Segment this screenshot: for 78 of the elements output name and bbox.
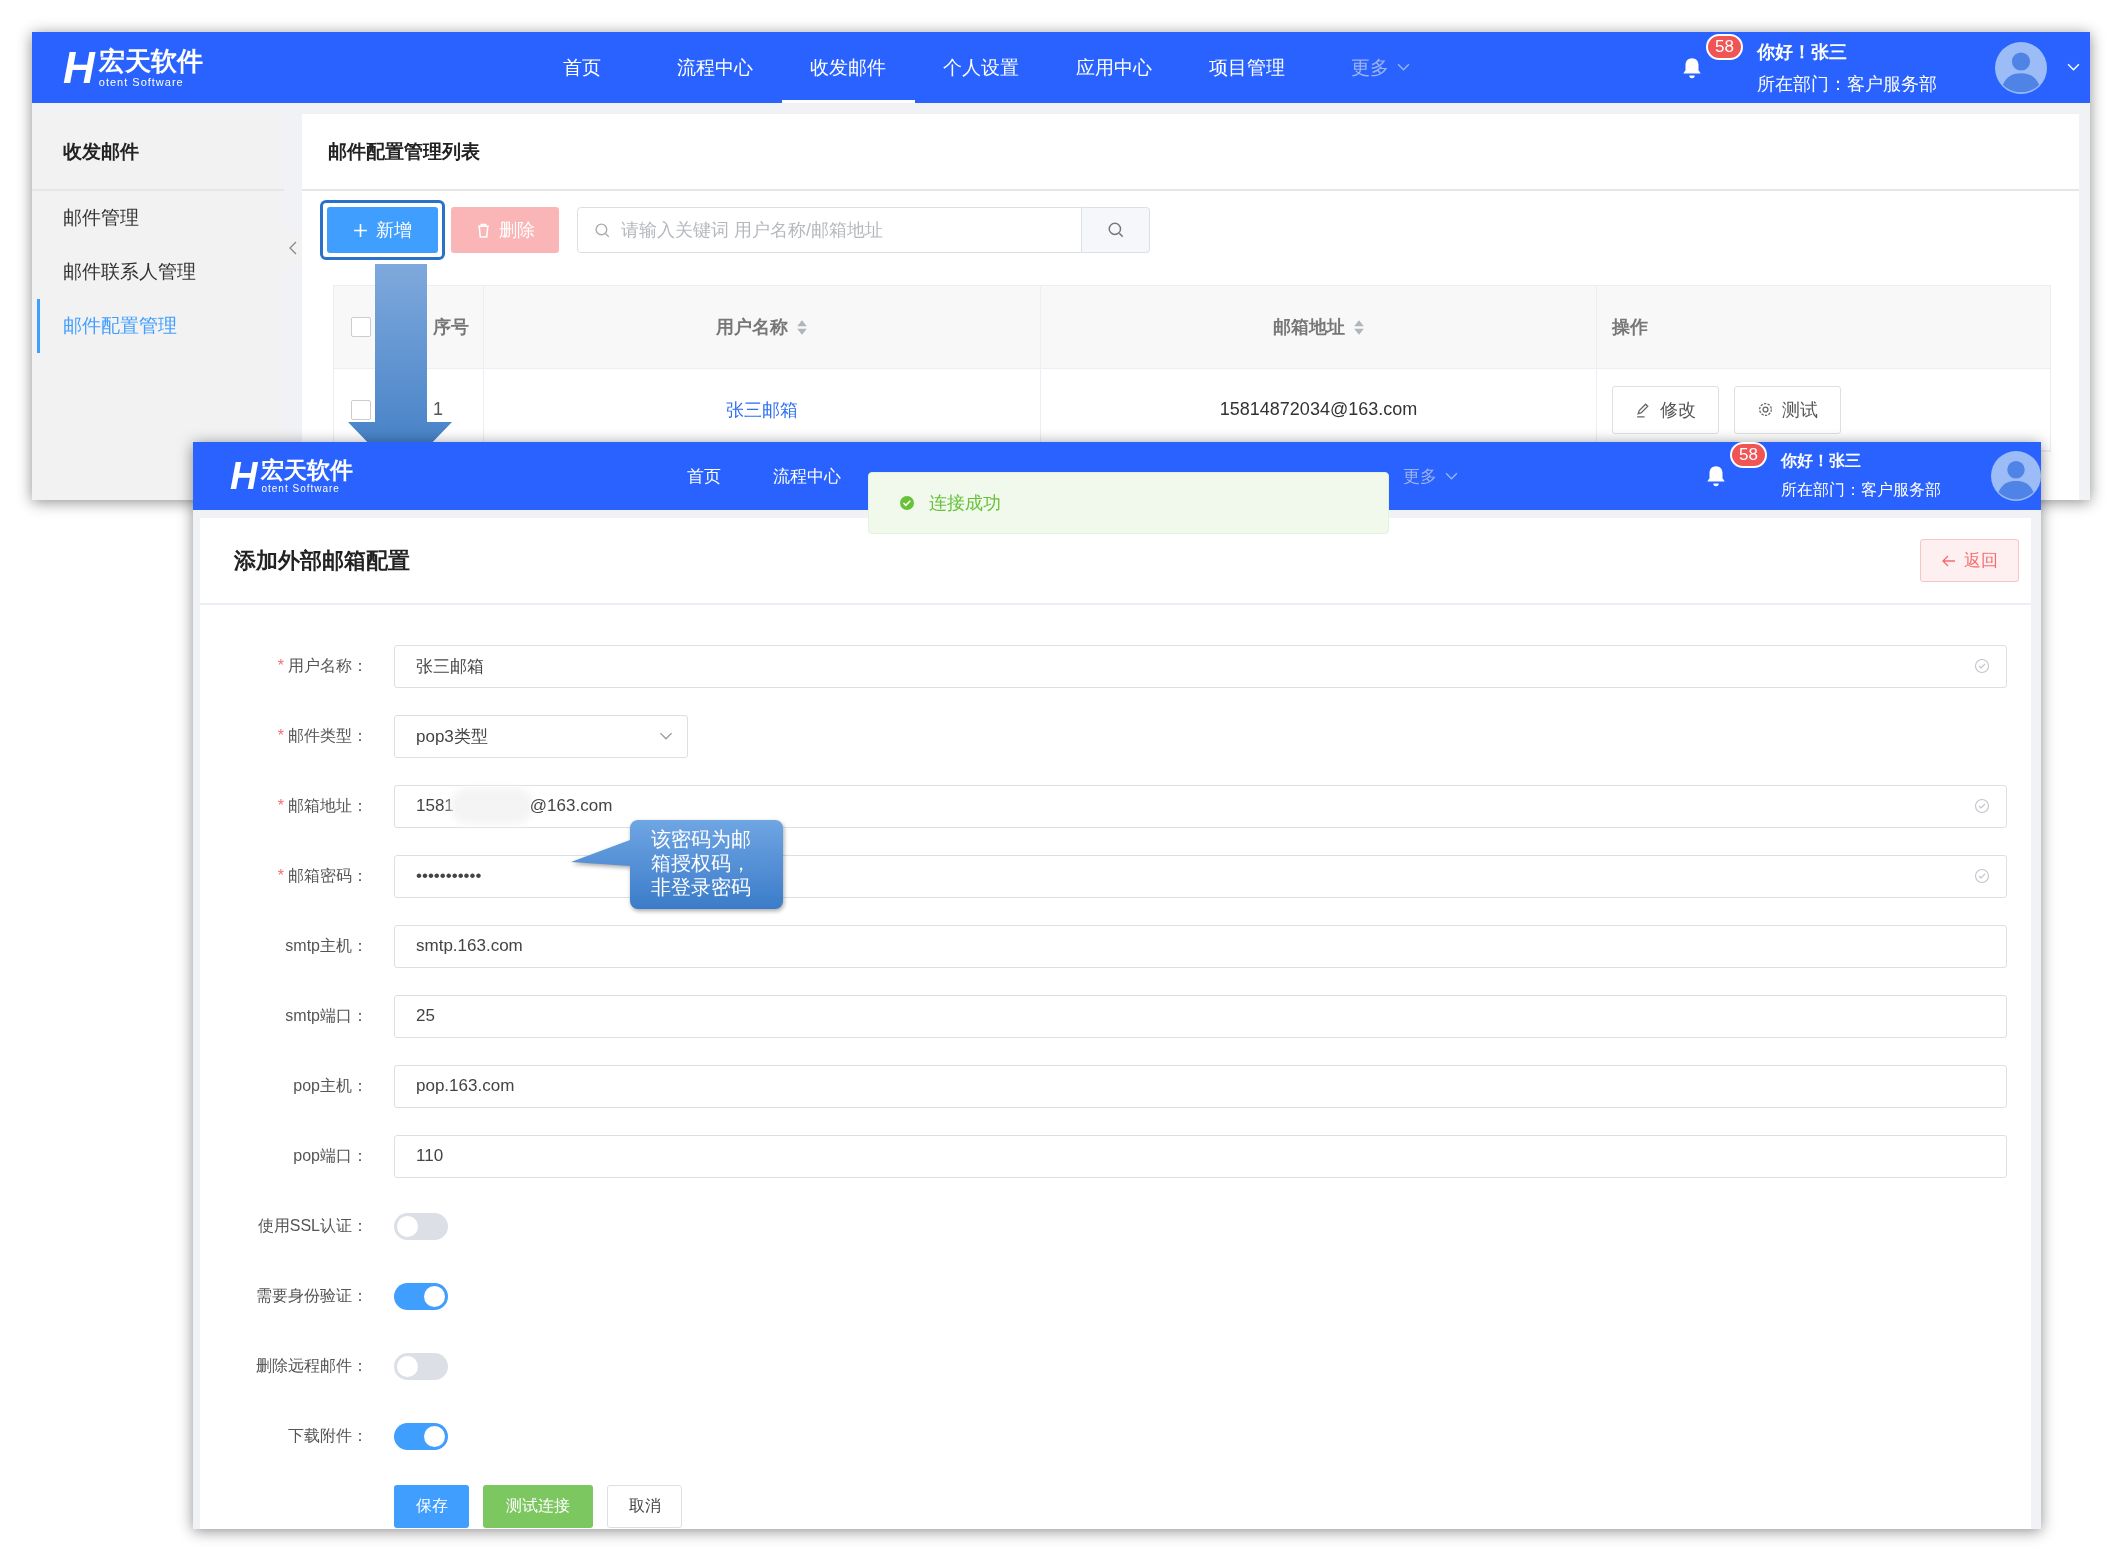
field-label: * 用户名称： bbox=[276, 655, 369, 676]
column-header: 序号 bbox=[433, 316, 469, 339]
field-label: 需要身份验证： bbox=[255, 1285, 369, 1306]
table-cell: 15814872034@163.com bbox=[1219, 399, 1418, 420]
field-label: smtp主机： bbox=[284, 935, 369, 956]
field-label: pop端口： bbox=[292, 1145, 369, 1166]
field-label: 使用SSL认证： bbox=[256, 1215, 369, 1236]
check-circle-icon bbox=[1974, 868, 1990, 884]
check-circle-icon bbox=[899, 495, 915, 511]
chevron-left-icon bbox=[289, 241, 297, 255]
sort-icon bbox=[796, 318, 808, 336]
column-header[interactable]: 用户名称 bbox=[716, 315, 808, 339]
column-header: 操作 bbox=[1612, 316, 1648, 339]
nav-tab[interactable]: 首页 bbox=[652, 442, 756, 510]
plus-icon bbox=[353, 222, 368, 238]
sidebar-item[interactable]: 邮件联系人管理 bbox=[37, 245, 284, 299]
success-toast: 连接成功 bbox=[868, 472, 1389, 534]
table-cell: 1 bbox=[433, 399, 443, 420]
input-field[interactable]: 1581 @163.com bbox=[394, 784, 2007, 828]
checkbox[interactable] bbox=[351, 317, 371, 337]
input-field[interactable]: pop.163.com bbox=[394, 1064, 2007, 1108]
toggle-switch[interactable] bbox=[394, 1282, 448, 1310]
search-icon bbox=[594, 221, 611, 239]
add-button[interactable]: 新增 bbox=[327, 207, 438, 253]
toggle-switch[interactable] bbox=[394, 1352, 448, 1380]
input-field[interactable]: smtp.163.com bbox=[394, 924, 2007, 968]
check-circle-icon bbox=[1974, 658, 1990, 674]
nav-tab[interactable]: 流程中心 bbox=[755, 442, 859, 510]
department-label: 所在部门：客户服务部 bbox=[1757, 72, 1937, 96]
chevron-down-icon[interactable] bbox=[2067, 63, 2080, 72]
gear-icon bbox=[1757, 401, 1774, 418]
notification-badge: 58 bbox=[1730, 442, 1767, 468]
department-label: 所在部门：客户服务部 bbox=[1781, 480, 1941, 500]
sidebar-item[interactable]: 邮件管理 bbox=[37, 191, 284, 245]
avatar[interactable] bbox=[1995, 41, 2047, 94]
save-button[interactable]: 保存 bbox=[394, 1484, 469, 1528]
check-circle-icon bbox=[1974, 798, 1990, 814]
toggle-switch[interactable] bbox=[394, 1422, 448, 1450]
field-label: * 邮件类型： bbox=[276, 725, 369, 746]
notification-badge: 58 bbox=[1706, 33, 1743, 60]
input-field[interactable]: 25 bbox=[394, 994, 2007, 1038]
field-label: smtp端口： bbox=[284, 1005, 369, 1026]
page-title: 添加外部邮箱配置 bbox=[234, 546, 410, 575]
nav-tab[interactable]: 流程中心 bbox=[648, 32, 782, 103]
sort-icon bbox=[1352, 318, 1365, 336]
input-field[interactable]: 110 bbox=[394, 1134, 2007, 1178]
field-label: 下载附件： bbox=[287, 1425, 369, 1446]
search-icon bbox=[1106, 221, 1125, 239]
test-button[interactable]: 测试 bbox=[1734, 385, 1841, 434]
sidebar-item[interactable]: 邮件配置管理 bbox=[37, 299, 284, 353]
field-label: pop主机： bbox=[292, 1075, 369, 1096]
select-field[interactable]: pop3类型 bbox=[394, 714, 688, 758]
nav-tab[interactable]: 项目管理 bbox=[1180, 32, 1314, 103]
greeting: 你好！张三 bbox=[1757, 40, 1848, 64]
search-button[interactable] bbox=[1082, 207, 1150, 253]
nav-tab[interactable]: 首页 bbox=[515, 32, 649, 103]
avatar[interactable] bbox=[1991, 451, 2041, 501]
field-label: 删除远程邮件： bbox=[255, 1355, 369, 1376]
greeting: 你好！张三 bbox=[1781, 451, 1862, 471]
arrow-left-icon bbox=[1941, 554, 1956, 567]
field-label: * 邮箱密码： bbox=[276, 865, 369, 886]
nav-tab[interactable]: 收发邮件 bbox=[781, 32, 915, 103]
field-label: * 邮箱地址： bbox=[276, 795, 369, 816]
nav-tab[interactable]: 应用中心 bbox=[1047, 32, 1181, 103]
sidebar-title: 收发邮件 bbox=[32, 114, 284, 191]
column-header[interactable]: 邮箱地址 bbox=[1272, 315, 1365, 339]
back-button[interactable]: 返回 bbox=[1920, 539, 2019, 582]
toggle-switch[interactable] bbox=[394, 1212, 448, 1240]
callout: 该密码为邮箱授权码，非登录密码 bbox=[571, 820, 783, 909]
trash-icon bbox=[475, 222, 491, 238]
nav-tab[interactable]: 个人设置 bbox=[914, 32, 1048, 103]
panel-title: 邮件配置管理列表 bbox=[302, 114, 2079, 191]
input-field[interactable]: 张三邮箱 bbox=[394, 644, 2007, 688]
user-name-link[interactable]: 张三邮箱 bbox=[726, 397, 798, 422]
chevron-down-icon bbox=[659, 731, 673, 741]
cancel-button[interactable]: 取消 bbox=[607, 1484, 682, 1528]
edit-button[interactable]: 修改 bbox=[1612, 385, 1719, 434]
checkbox[interactable] bbox=[351, 399, 371, 420]
